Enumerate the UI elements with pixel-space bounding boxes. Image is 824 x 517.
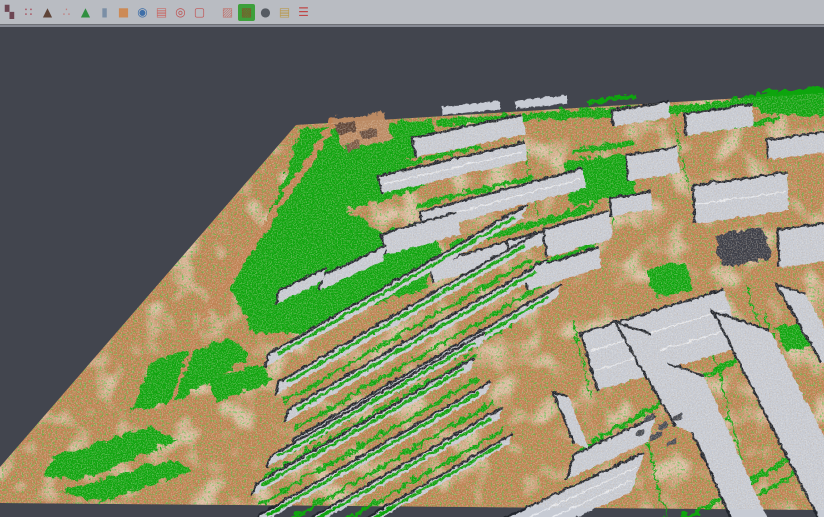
column-icon[interactable]: ▮ [96,4,113,21]
classification-icon[interactable]: ▩ [238,4,255,21]
target-icon[interactable]: ◎ [172,4,189,21]
toolbar: ▚∷▲∴▲▮■◉▤◎▢▨▩●▤☰ [0,0,824,25]
scatter-icon[interactable]: ∷ [20,4,37,21]
terrain-icon[interactable]: ▲ [39,4,56,21]
3d-viewport[interactable] [0,25,824,517]
flag-icon[interactable]: ☰ [295,4,312,21]
certificate-icon[interactable]: ▤ [276,4,293,21]
clip-icon[interactable]: ▨ [219,4,236,21]
pointcloud-grain-dark [0,82,824,517]
point-cloud-scene [0,82,824,517]
viewport-canvas[interactable] [0,27,824,517]
vegetation-icon[interactable]: ▲ [77,4,94,21]
globe-icon[interactable]: ◉ [134,4,151,21]
points-icon[interactable]: ∴ [58,4,75,21]
list-icon[interactable]: ▤ [153,4,170,21]
ground-icon[interactable]: ■ [115,4,132,21]
toolbar-separator [210,4,217,21]
camera-icon[interactable]: ● [257,4,274,21]
selection-icon[interactable]: ▢ [191,4,208,21]
dataset-icon[interactable]: ▚ [1,4,18,21]
